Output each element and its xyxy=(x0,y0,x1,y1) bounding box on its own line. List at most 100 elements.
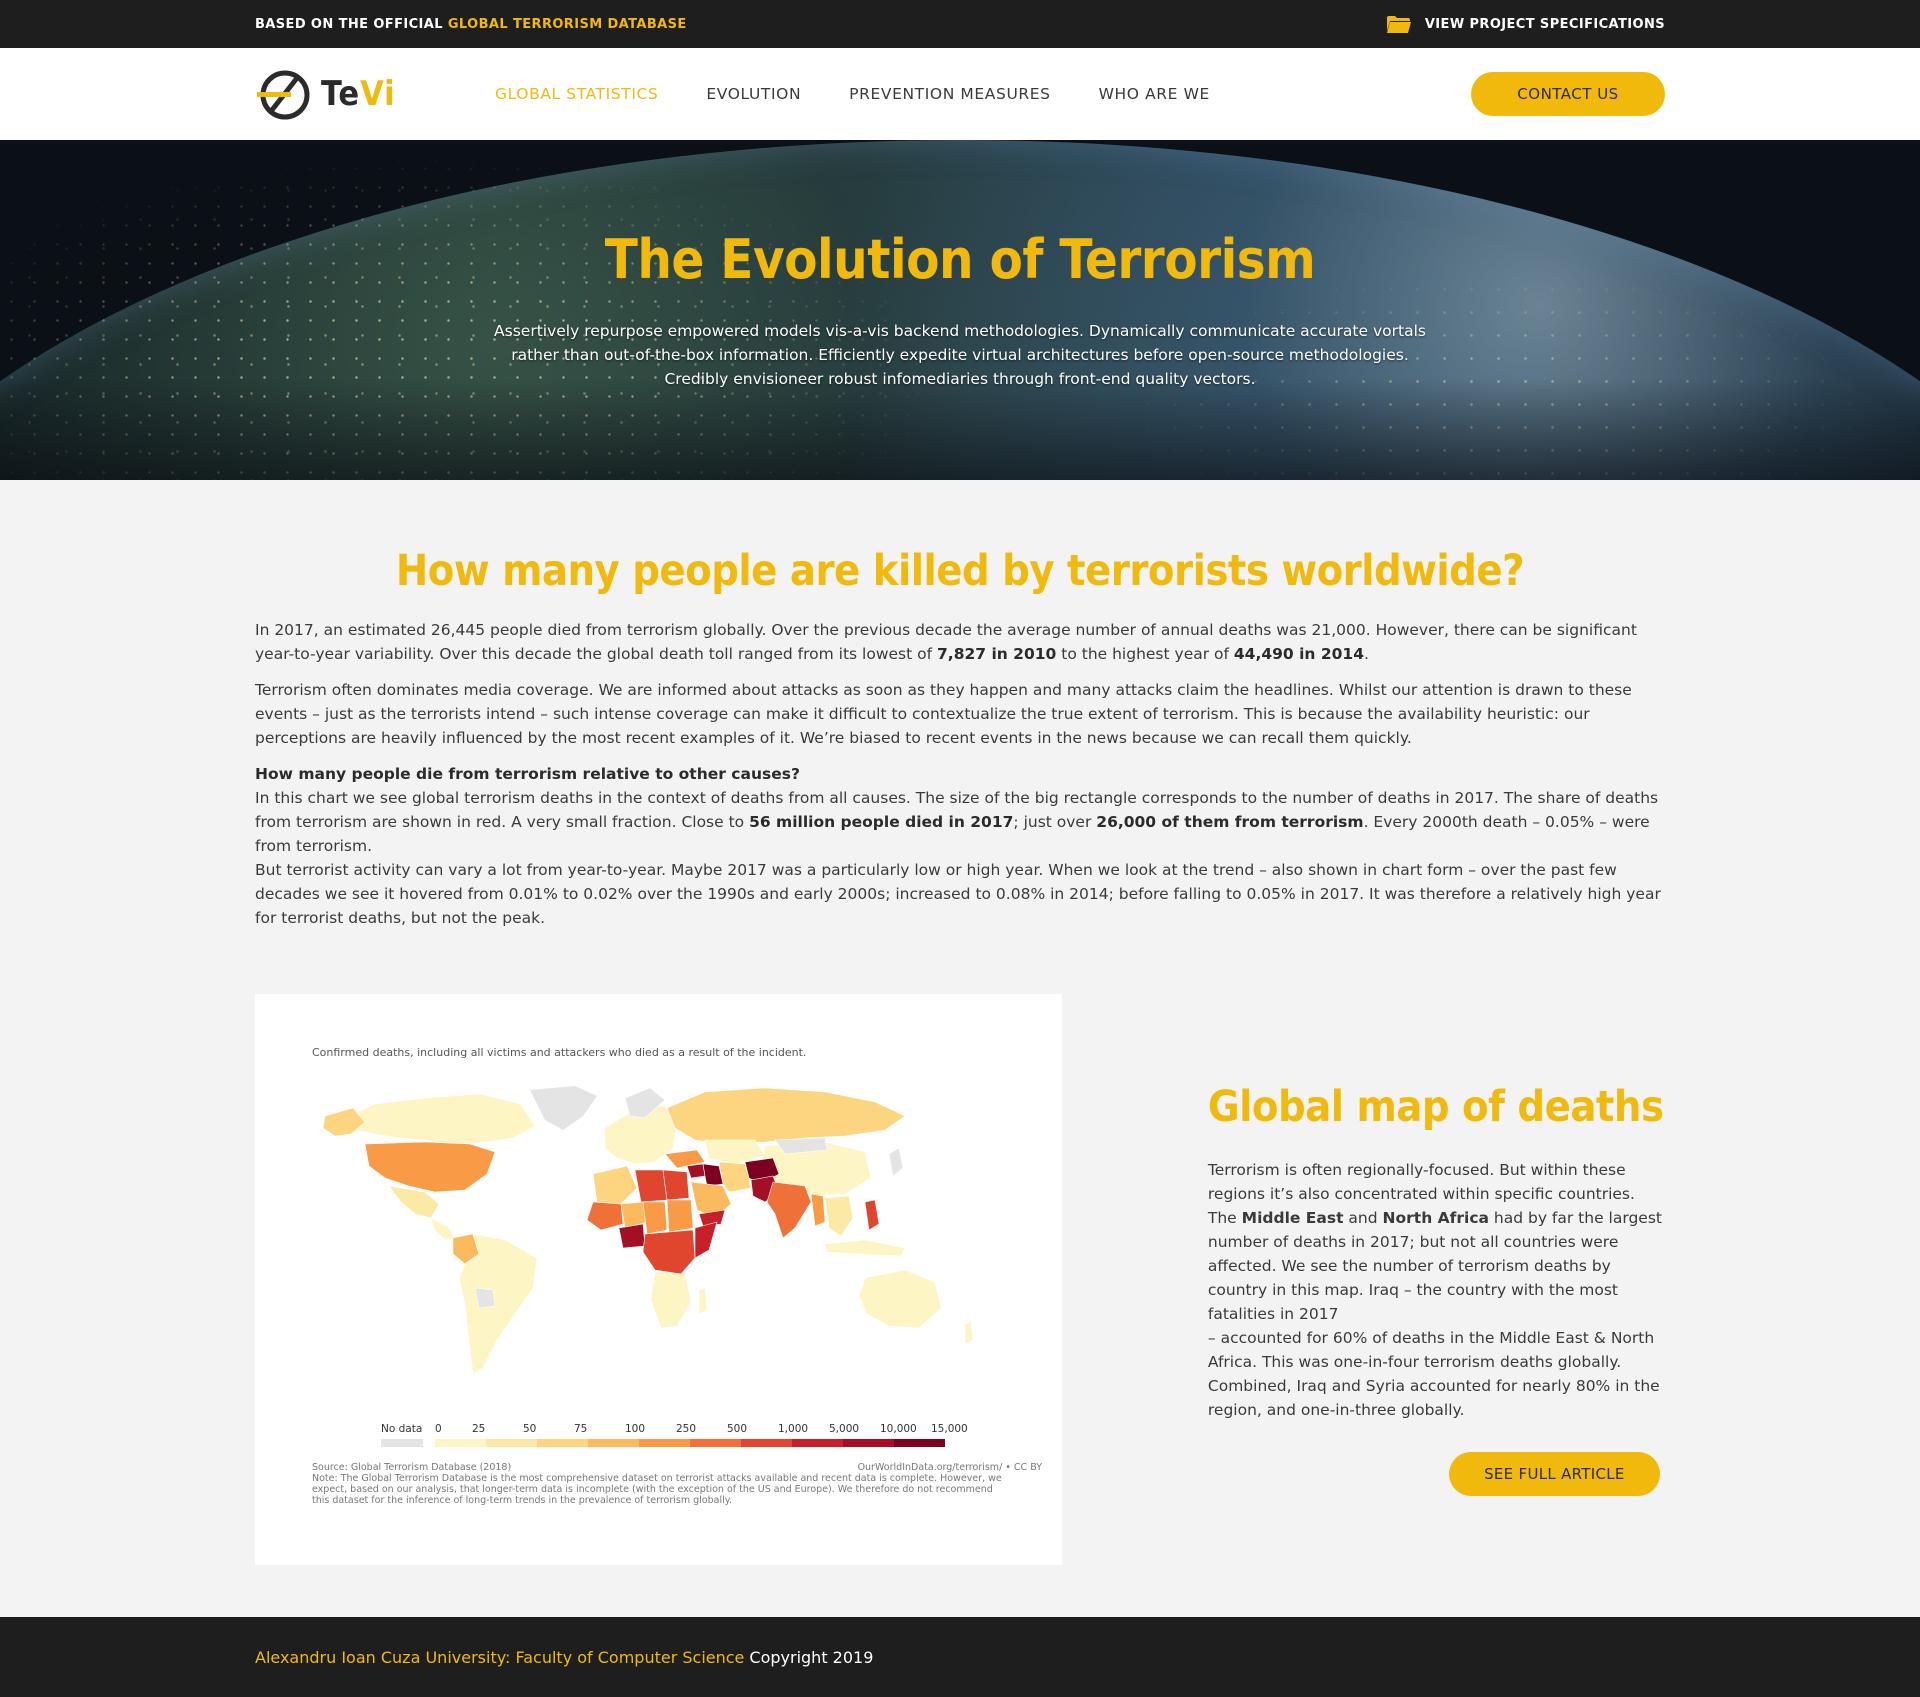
legend-nodata-swatch xyxy=(381,1439,423,1447)
world-map-card: Confirmed deaths, including all victims … xyxy=(255,994,1062,1565)
map-legend: No data 0 25 50 75 100 250 500 1,000 5,000 10,000… xyxy=(381,1423,991,1447)
intro-paragraph: In 2017, an estimated 26,445 people died… xyxy=(255,618,1665,666)
relative-text-2: ; just over xyxy=(1013,813,1097,831)
database-notice-prefix: BASED ON THE OFFICIAL xyxy=(255,16,443,32)
libya-region xyxy=(634,1169,668,1203)
lowest-year-stat: 7,827 in 2010 xyxy=(937,645,1057,663)
source-left: Source: Global Terrorism Database (2018) xyxy=(312,1462,512,1473)
legend-tick-label: 15,000 xyxy=(931,1423,968,1435)
central-america-region xyxy=(430,1217,456,1241)
legend-swatch xyxy=(588,1439,639,1447)
legend-tick-label: 5,000 xyxy=(829,1423,860,1435)
legend-tick-label: 250 xyxy=(676,1423,697,1435)
legend-tick-label: 0 xyxy=(435,1423,442,1435)
legend-swatch xyxy=(690,1439,741,1447)
brand-name: TeVi xyxy=(321,74,396,114)
hero-content: The Evolution of Terrorism Assertively r… xyxy=(0,140,1920,391)
trend-text: But terrorist activity can vary a lot fr… xyxy=(255,861,1661,927)
map-section: Confirmed deaths, including all victims … xyxy=(255,994,1665,1565)
highest-year-stat: 44,490 in 2014 xyxy=(1233,645,1364,663)
southeast-asia-region xyxy=(824,1195,854,1237)
footer: Alexandru Ioan Cuza University: Faculty … xyxy=(0,1617,1920,1697)
canada-region xyxy=(344,1093,536,1145)
legend-swatch xyxy=(741,1439,792,1447)
database-notice: BASED ON THE OFFICIAL GLOBAL TERRORISM D… xyxy=(255,17,687,32)
map-text-2: and xyxy=(1343,1209,1383,1227)
somalia-region xyxy=(694,1221,718,1259)
nigeria-region xyxy=(618,1223,646,1249)
legend-nodata-label: No data xyxy=(381,1423,423,1435)
usa-region xyxy=(364,1141,496,1193)
brand-name-part1: Te xyxy=(321,74,361,114)
legend-swatch xyxy=(639,1439,690,1447)
top-bar: BASED ON THE OFFICIAL GLOBAL TERRORISM D… xyxy=(0,0,1920,48)
central-africa-region xyxy=(642,1229,696,1275)
legend-labels: No data 0 25 50 75 100 250 500 1,000 5,000 10,000… xyxy=(381,1423,991,1439)
see-full-article-button[interactable]: SEE FULL ARTICLE xyxy=(1448,1452,1660,1496)
north-africa-west-region xyxy=(592,1165,638,1205)
legend-swatch xyxy=(537,1439,588,1447)
legend-swatch xyxy=(792,1439,843,1447)
main-content: How many people are killed by terrorists… xyxy=(0,480,1920,1565)
madagascar-region xyxy=(698,1287,708,1315)
north-africa-label: North Africa xyxy=(1382,1209,1489,1227)
map-caption: Confirmed deaths, including all victims … xyxy=(312,1046,807,1059)
myanmar-region xyxy=(810,1193,826,1227)
nav-item-who-are-we[interactable]: WHO ARE WE xyxy=(1099,85,1210,103)
nav-item-prevention-measures[interactable]: PREVENTION MEASURES xyxy=(849,85,1050,103)
nav-item-global-statistics[interactable]: GLOBAL STATISTICS xyxy=(495,85,658,103)
project-specs-link[interactable]: VIEW PROJECT SPECIFICATIONS xyxy=(1386,15,1665,33)
main-navigation: TeVi GLOBAL STATISTICS EVOLUTION PREVENT… xyxy=(0,48,1920,140)
source-note: Note: The Global Terrorism Database is t… xyxy=(312,1473,1002,1506)
terrorism-deaths-stat: 26,000 of them from terrorism xyxy=(1096,813,1364,831)
southern-africa-region xyxy=(650,1271,692,1329)
brand-name-part2: Vi xyxy=(360,74,396,114)
hero-banner: The Evolution of Terrorism Assertively r… xyxy=(0,140,1920,480)
intro-text-2: to the highest year of xyxy=(1056,645,1234,663)
university-link[interactable]: Alexandru Ioan Cuza University: Faculty … xyxy=(255,1648,744,1667)
indonesia-region xyxy=(824,1239,906,1257)
russia-region xyxy=(666,1087,906,1145)
mali-region xyxy=(586,1201,624,1231)
legend-tick-label: 25 xyxy=(472,1423,486,1435)
logo[interactable]: TeVi xyxy=(255,66,473,122)
legend-bar xyxy=(381,1439,991,1447)
legend-tick-label: 500 xyxy=(727,1423,748,1435)
legend-tick-label: 100 xyxy=(625,1423,646,1435)
syria-region xyxy=(686,1163,706,1179)
hero-description: Assertively repurpose empowered models v… xyxy=(494,322,1426,388)
map-source: Source: Global Terrorism Database (2018)… xyxy=(312,1462,1042,1506)
folder-icon xyxy=(1386,15,1411,33)
japan-region xyxy=(888,1147,904,1177)
nav-item-evolution[interactable]: EVOLUTION xyxy=(706,85,801,103)
section-title: How many people are killed by terrorists… xyxy=(395,546,1525,596)
source-right[interactable]: OurWorldInData.org/terrorism/ • CC BY xyxy=(858,1462,1042,1473)
legend-tick-label: 10,000 xyxy=(880,1423,917,1435)
legend-swatch xyxy=(894,1439,945,1447)
philippines-region xyxy=(864,1199,880,1231)
map-section-text: Terrorism is often regionally-focused. B… xyxy=(1208,1158,1665,1422)
legend-swatch xyxy=(435,1439,486,1447)
india-region xyxy=(766,1181,812,1239)
intro-text-3: . xyxy=(1363,645,1369,663)
map-text-4: – accounted for 60% of deaths in the Mid… xyxy=(1207,1329,1660,1419)
new-zealand-region xyxy=(964,1321,974,1345)
relative-causes-heading: How many people die from terrorism relat… xyxy=(255,765,800,783)
legend-tick-label: 1,000 xyxy=(778,1423,809,1435)
legend-tick-label: 50 xyxy=(523,1423,537,1435)
chad-region xyxy=(642,1201,668,1235)
map-section-title: Global map of deaths xyxy=(1207,1082,1664,1132)
contact-us-button[interactable]: CONTACT US xyxy=(1471,72,1665,116)
logo-mark-icon xyxy=(257,70,310,120)
database-link[interactable]: GLOBAL TERRORISM DATABASE xyxy=(448,17,687,32)
map-description: Global map of deaths Terrorism is often … xyxy=(1208,994,1665,1565)
legend-swatch xyxy=(843,1439,894,1447)
sudan-region xyxy=(666,1199,694,1233)
middle-east-label: Middle East xyxy=(1241,1209,1344,1227)
egypt-region xyxy=(662,1169,690,1201)
total-deaths-stat: 56 million people died in 2017 xyxy=(749,813,1014,831)
project-specs-label: VIEW PROJECT SPECIFICATIONS xyxy=(1424,16,1665,32)
legend-swatch xyxy=(486,1439,537,1447)
relative-causes-paragraph: How many people die from terrorism relat… xyxy=(255,762,1665,930)
world-map xyxy=(322,1086,974,1375)
